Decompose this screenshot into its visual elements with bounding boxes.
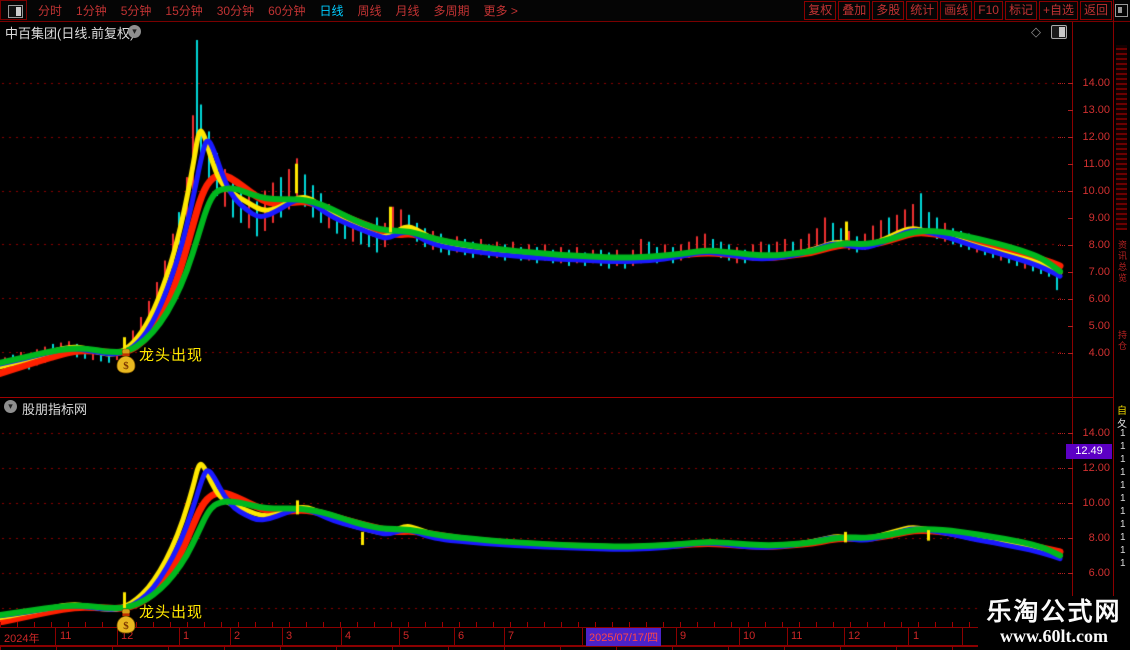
chart-title: 中百集团(日线.前复权) bbox=[5, 26, 135, 41]
clipped-bottom-row bbox=[0, 646, 1113, 650]
price-chart-canvas[interactable] bbox=[0, 0, 1130, 650]
sidebar-tab-news[interactable]: 资讯总览 bbox=[1116, 240, 1129, 284]
watermark-site-name: 乐淘公式网 bbox=[986, 599, 1122, 626]
price-label: 8.00 bbox=[1088, 532, 1110, 544]
toolbar-buttons: 复权 叠加 多股 统计 画线 F10 标记 +自选 返回 bbox=[802, 1, 1112, 20]
price-label: 4.00 bbox=[1088, 347, 1110, 359]
period-tab-多周期[interactable]: 多周期 bbox=[427, 2, 477, 19]
money-bag-icon: $ bbox=[116, 608, 136, 634]
price-label: 5.00 bbox=[1088, 320, 1110, 332]
price-label: 7.00 bbox=[1088, 266, 1110, 278]
panel-divider bbox=[0, 397, 1113, 398]
toolbar-button-复权[interactable]: 复权 bbox=[804, 1, 837, 20]
indicator-panel-title: 股朋指标网 bbox=[22, 402, 88, 417]
price-label: 12.00 bbox=[1082, 131, 1110, 143]
month-label: 2024年 bbox=[4, 633, 40, 645]
selected-date-label: 2025/07/17/四 bbox=[586, 628, 662, 646]
toolbar-button-画线[interactable]: 画线 bbox=[940, 1, 973, 20]
price-label: 13.00 bbox=[1082, 104, 1110, 116]
period-tab-分时[interactable]: 分时 bbox=[31, 2, 69, 19]
signal-label: 龙头出现 bbox=[139, 347, 204, 364]
sidebar-tab-position[interactable]: 持仓 bbox=[1116, 330, 1129, 352]
period-tab-1分钟[interactable]: 1分钟 bbox=[69, 2, 114, 19]
signal-label: 龙头出现 bbox=[139, 604, 204, 621]
month-label: 2 bbox=[234, 630, 241, 642]
chevron-down-icon[interactable] bbox=[4, 400, 17, 413]
price-label: 10.00 bbox=[1082, 497, 1110, 509]
chevron-down-icon[interactable] bbox=[128, 25, 141, 38]
price-label: 11.00 bbox=[1083, 158, 1110, 170]
month-label: 11 bbox=[791, 630, 803, 642]
month-label: 6 bbox=[458, 630, 465, 642]
watermark: 乐淘公式网 www.60lt.com bbox=[978, 596, 1130, 650]
window-box-icon[interactable] bbox=[1115, 4, 1128, 17]
price-label: 14.00 bbox=[1082, 77, 1110, 89]
month-label: 11 bbox=[60, 630, 72, 642]
watermark-url: www.60lt.com bbox=[1000, 626, 1108, 646]
price-label: 8.00 bbox=[1088, 239, 1110, 251]
period-tab-日线[interactable]: 日线 bbox=[312, 2, 350, 19]
toolbar-button-统计[interactable]: 统计 bbox=[906, 1, 939, 20]
period-tab-60分钟[interactable]: 60分钟 bbox=[261, 2, 312, 19]
month-label: 1 bbox=[183, 630, 190, 642]
toolbar-button-F10[interactable]: F10 bbox=[974, 1, 1003, 20]
price-label: 6.00 bbox=[1088, 567, 1110, 579]
toolbar-button-多股[interactable]: 多股 bbox=[872, 1, 905, 20]
period-tab-30分钟[interactable]: 30分钟 bbox=[210, 2, 261, 19]
month-label: 5 bbox=[403, 630, 410, 642]
panel-layout-icon[interactable] bbox=[1051, 25, 1067, 39]
month-label: 7 bbox=[508, 630, 515, 642]
month-label: 10 bbox=[743, 630, 756, 642]
price-axis-line bbox=[1072, 22, 1073, 645]
toolbar-button-叠加[interactable]: 叠加 bbox=[838, 1, 871, 20]
layout-toggle-button[interactable] bbox=[0, 0, 27, 20]
right-strip-texture bbox=[1116, 45, 1127, 230]
diamond-icon[interactable] bbox=[1031, 23, 1041, 41]
toolbar-button-返回[interactable]: 返回 bbox=[1079, 1, 1112, 20]
price-label: 10.00 bbox=[1082, 185, 1110, 197]
right-strip-border bbox=[1113, 0, 1114, 650]
period-tab-更多 >[interactable]: 更多 > bbox=[477, 2, 525, 19]
price-label: 12.00 bbox=[1082, 462, 1110, 474]
top-toolbar: 分时 1分钟 5分钟 15分钟 30分钟 60分钟 日线 周线 月线 多周期 更多 > 复权 叠加 多股… bbox=[0, 0, 1130, 22]
toolbar-button-标记[interactable]: 标记 bbox=[1004, 1, 1037, 20]
period-tabs: 分时 1分钟 5分钟 15分钟 30分钟 60分钟 日线 周线 月线 多周期 更多 > bbox=[31, 0, 525, 21]
month-label: 4 bbox=[345, 630, 352, 642]
period-tab-5分钟[interactable]: 5分钟 bbox=[114, 2, 159, 19]
period-tab-月线[interactable]: 月线 bbox=[389, 2, 427, 19]
month-label: 9 bbox=[680, 630, 687, 642]
money-bag-icon: $ bbox=[116, 348, 136, 374]
month-label: 3 bbox=[286, 630, 293, 642]
trading-app-window: 分时 1分钟 5分钟 15分钟 30分钟 60分钟 日线 周线 月线 多周期 更多 > 复权 叠加 多股… bbox=[0, 0, 1130, 650]
price-label: 6.00 bbox=[1088, 293, 1110, 305]
toolbar-button-+自选[interactable]: +自选 bbox=[1038, 1, 1078, 20]
svg-text:$: $ bbox=[123, 360, 129, 372]
month-label: 1 bbox=[913, 630, 920, 642]
date-axis: 2024年 11 12 1 2 3 4 5 6 7 2025/07/17/四 9 10 11 12 1 bbox=[0, 627, 1113, 646]
indicator-value-badge: 12.49 bbox=[1066, 444, 1112, 459]
month-label: 12 bbox=[848, 630, 861, 642]
price-label: 14.00 bbox=[1082, 427, 1110, 439]
period-tab-15分钟[interactable]: 15分钟 bbox=[158, 2, 209, 19]
svg-text:$: $ bbox=[123, 620, 129, 632]
period-tab-周线[interactable]: 周线 bbox=[350, 2, 388, 19]
price-label: 9.00 bbox=[1088, 212, 1110, 224]
split-view-icon bbox=[8, 5, 23, 18]
